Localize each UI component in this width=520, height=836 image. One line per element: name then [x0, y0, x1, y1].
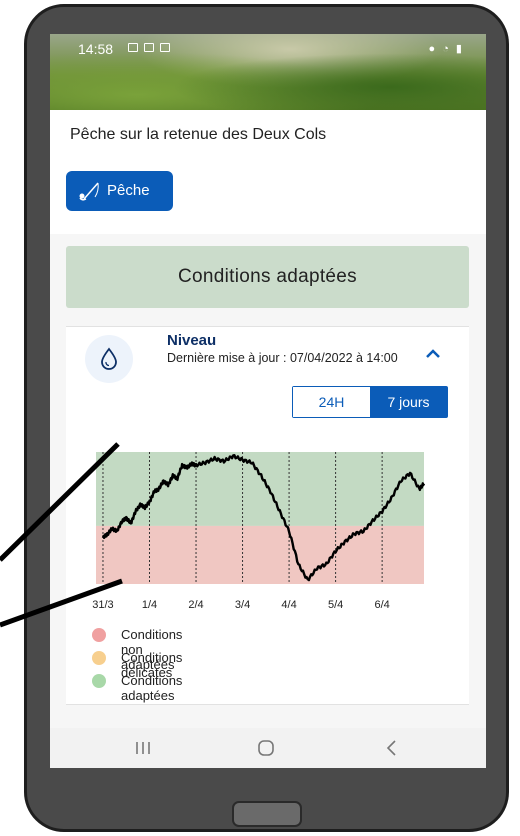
page-title: Pêche sur la retenue des Deux Cols — [70, 126, 327, 143]
x-tick-label: 5/4 — [328, 599, 343, 611]
x-tick-label: 6/4 — [374, 599, 389, 611]
range-toggle: 24H 7 jours — [292, 386, 448, 418]
legend-label: Conditions adaptées — [121, 673, 183, 703]
niveau-panel: Niveau Dernière mise à jour : 07/04/2022… — [66, 326, 469, 705]
section-divider — [66, 704, 469, 705]
app-screen: 14:58 ● ◔ ▮ Pêche sur la retenue des Deu… — [50, 34, 486, 768]
water-level-icon-badge — [85, 335, 133, 383]
not-adapted-zone — [96, 525, 424, 584]
back-nav-icon[interactable] — [377, 736, 407, 760]
x-tick-label: 4/4 — [281, 599, 296, 611]
content-area: Conditions adaptées Niveau Dernière mise… — [50, 234, 486, 728]
range-7-days-option[interactable]: 7 jours — [370, 387, 447, 417]
x-tick-label: 1/4 — [142, 599, 157, 611]
home-nav-icon[interactable] — [251, 736, 281, 760]
outlook-notification-icon — [144, 43, 154, 52]
recent-apps-icon[interactable] — [128, 736, 158, 760]
range-24h-option[interactable]: 24H — [293, 387, 370, 417]
fishing-icon — [79, 182, 99, 201]
gallery-notification-icon — [128, 43, 138, 52]
app-notification-icon — [160, 43, 170, 52]
water-drop-icon — [101, 347, 117, 370]
phone-home-button[interactable] — [232, 801, 302, 827]
page-header: Pêche sur la retenue des Deux Cols Pêche — [50, 110, 486, 235]
x-tick-label: 2/4 — [188, 599, 203, 611]
adapted-zone — [96, 452, 424, 526]
chevron-up-icon[interactable] — [422, 343, 444, 365]
niveau-title: Niveau — [167, 332, 217, 349]
last-update-text: Dernière mise à jour : 07/04/2022 à 14:0… — [167, 351, 398, 365]
level-chart: 31/3 1/4 2/4 3/4 4/4 5/4 6/4 — [92, 452, 426, 611]
conditions-banner: Conditions adaptées — [66, 246, 469, 308]
x-tick-label: 31/3 — [92, 599, 113, 611]
legend-color-dot — [92, 651, 106, 665]
x-tick-label: 3/4 — [235, 599, 250, 611]
android-nav-bar — [50, 728, 486, 768]
peche-button-label: Pêche — [107, 182, 150, 199]
legend-color-dot — [92, 628, 106, 642]
peche-activity-button[interactable]: Pêche — [66, 171, 173, 211]
signal-battery-icons: ● ◔ ▮ — [428, 43, 464, 55]
legend-color-dot — [92, 674, 106, 688]
status-time: 14:58 — [78, 41, 114, 57]
status-bar: 14:58 ● ◔ ▮ — [50, 34, 486, 62]
